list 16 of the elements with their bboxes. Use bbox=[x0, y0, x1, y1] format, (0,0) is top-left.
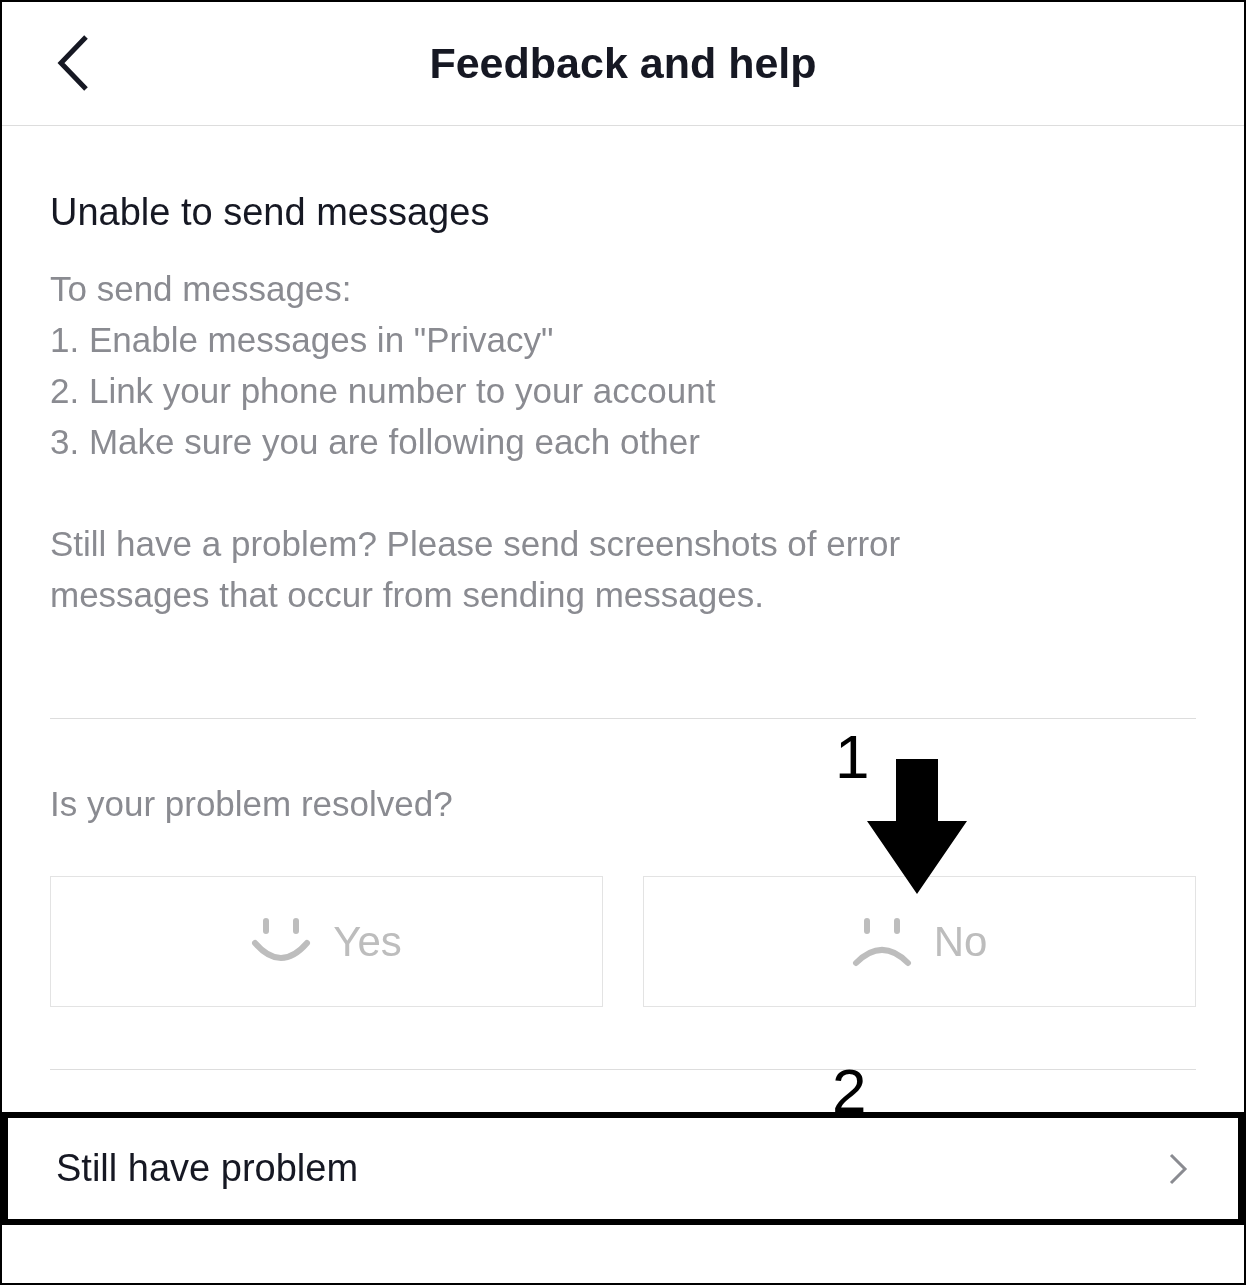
instruction-line: 1. Enable messages in "Privacy" bbox=[50, 319, 555, 361]
page-title: Feedback and help bbox=[429, 39, 817, 88]
feedback-button[interactable]: No bbox=[643, 876, 1196, 1007]
frown-icon bbox=[851, 916, 912, 967]
instruction-line: 2. Link your phone number to your account bbox=[50, 370, 717, 412]
instruction-line: To send messages: bbox=[50, 268, 353, 310]
step-number: 1 bbox=[835, 726, 870, 788]
still-have-problem-row[interactable]: Still have problem bbox=[2, 1112, 1244, 1225]
feedback-question: Is your problem resolved? bbox=[50, 783, 454, 825]
back-icon[interactable] bbox=[56, 34, 90, 92]
help-paragraph: Still have a problem? Please send screenshots of error messages that occur from sending messages. bbox=[50, 523, 902, 616]
instruction-line: 3. Make sure you are following each other bbox=[50, 421, 701, 463]
article-title: Unable to send messages bbox=[50, 190, 491, 235]
down-arrow-icon bbox=[867, 759, 967, 894]
feedback-button[interactable]: Yes bbox=[50, 876, 603, 1007]
chevron-right-icon bbox=[1168, 1151, 1188, 1186]
